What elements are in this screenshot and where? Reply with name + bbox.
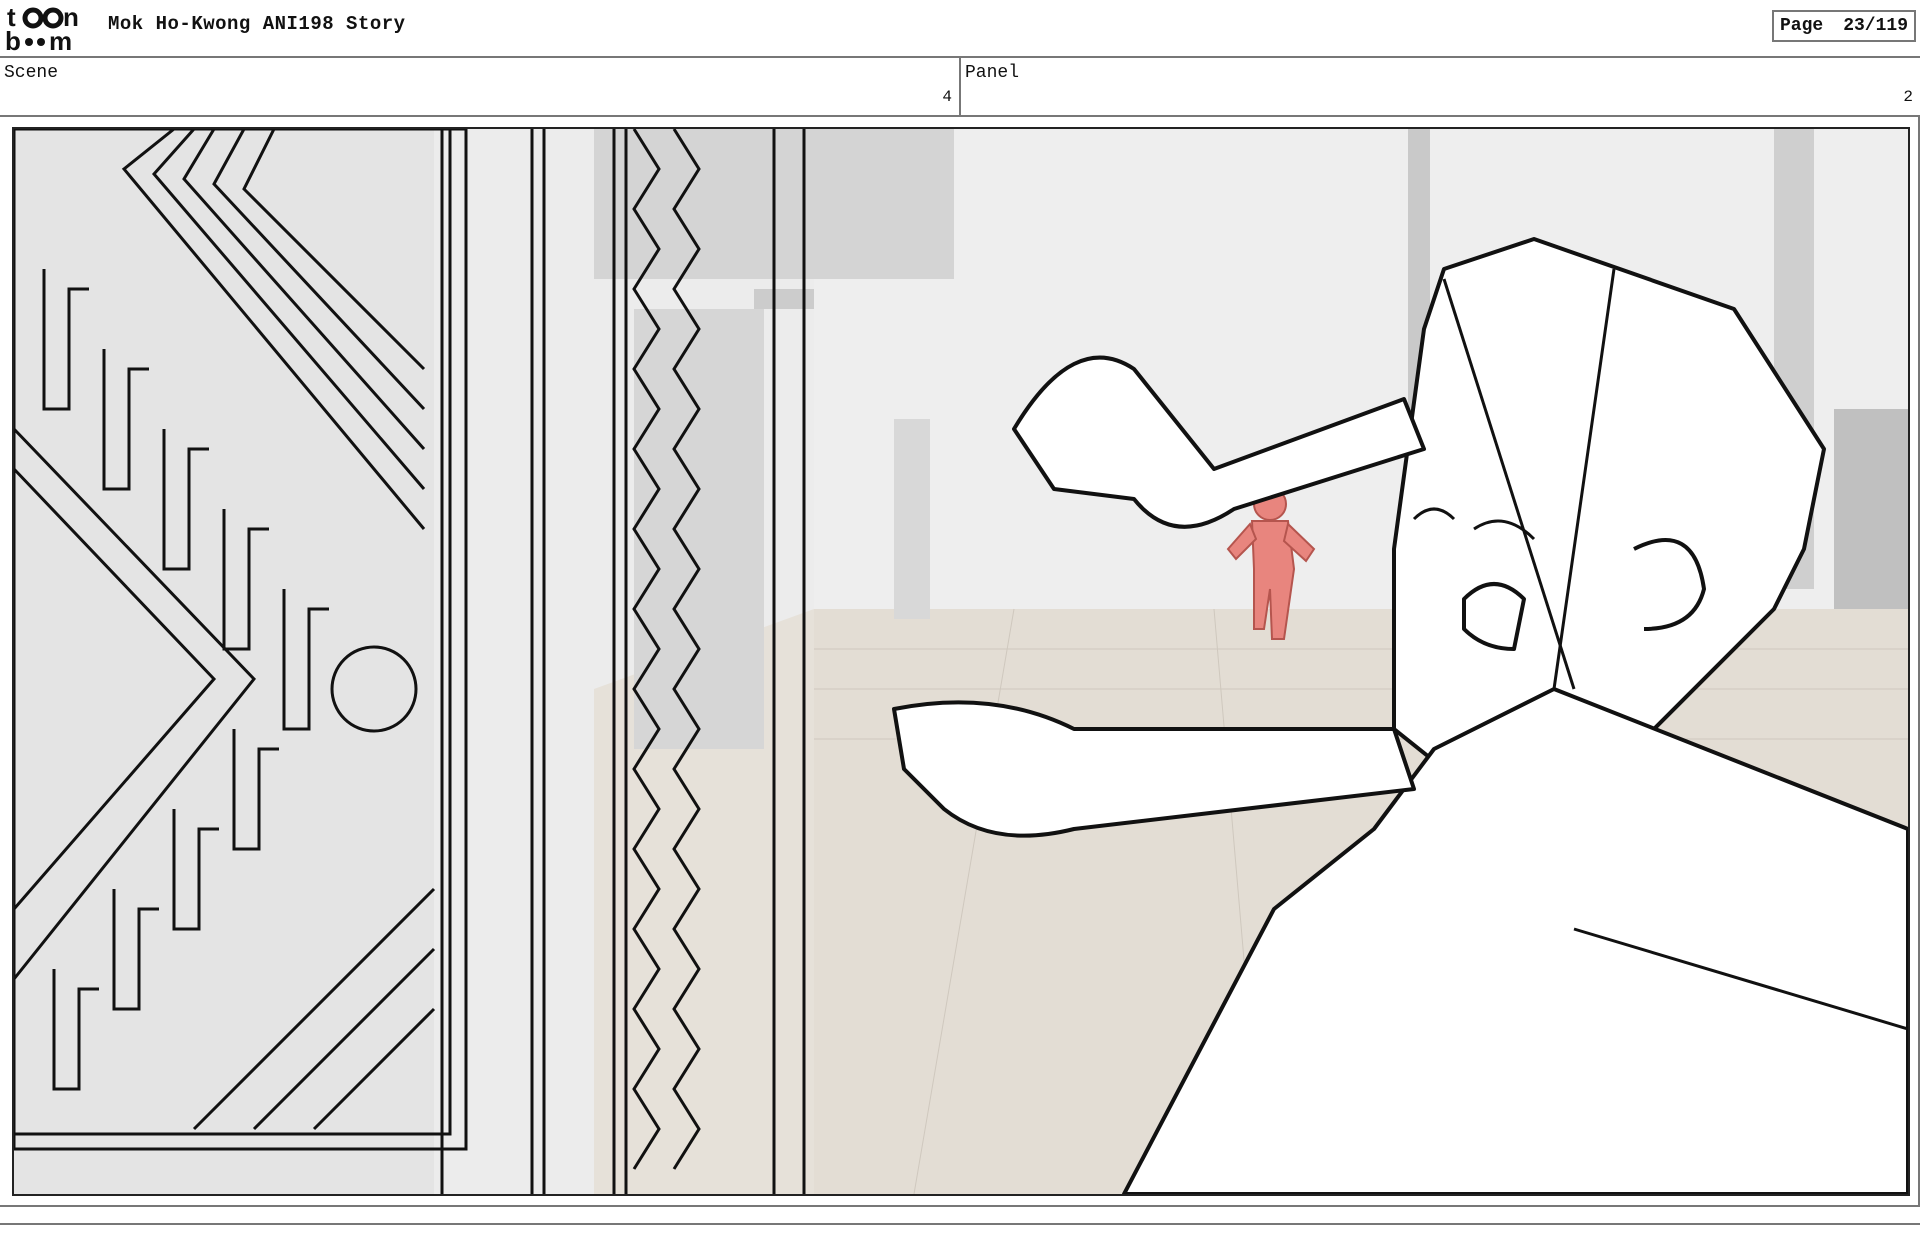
toon-boom-logo: t n b m [3, 2, 93, 56]
bottom-caption-bar [0, 1205, 1920, 1225]
project-title: Mok Ho-Kwong ANI198 Story [108, 13, 406, 35]
svg-text:m: m [49, 26, 72, 54]
page-indicator: Page 23/119 [1772, 10, 1916, 42]
svg-text:b: b [5, 26, 21, 54]
panel-number: 2 [1903, 88, 1913, 106]
panel-field: Panel 2 [961, 58, 1920, 115]
scene-number: 4 [942, 88, 952, 106]
panel-label: Panel [965, 63, 1020, 83]
page-label: Page [1780, 16, 1824, 36]
storyboard-drawing [14, 129, 1908, 1194]
page-number: 23/119 [1843, 16, 1908, 36]
scene-label: Scene [4, 63, 59, 83]
storyboard-panel-image [12, 127, 1910, 1196]
scene-field: Scene 4 [0, 58, 961, 115]
scene-panel-row: Scene 4 Panel 2 [0, 56, 1920, 117]
